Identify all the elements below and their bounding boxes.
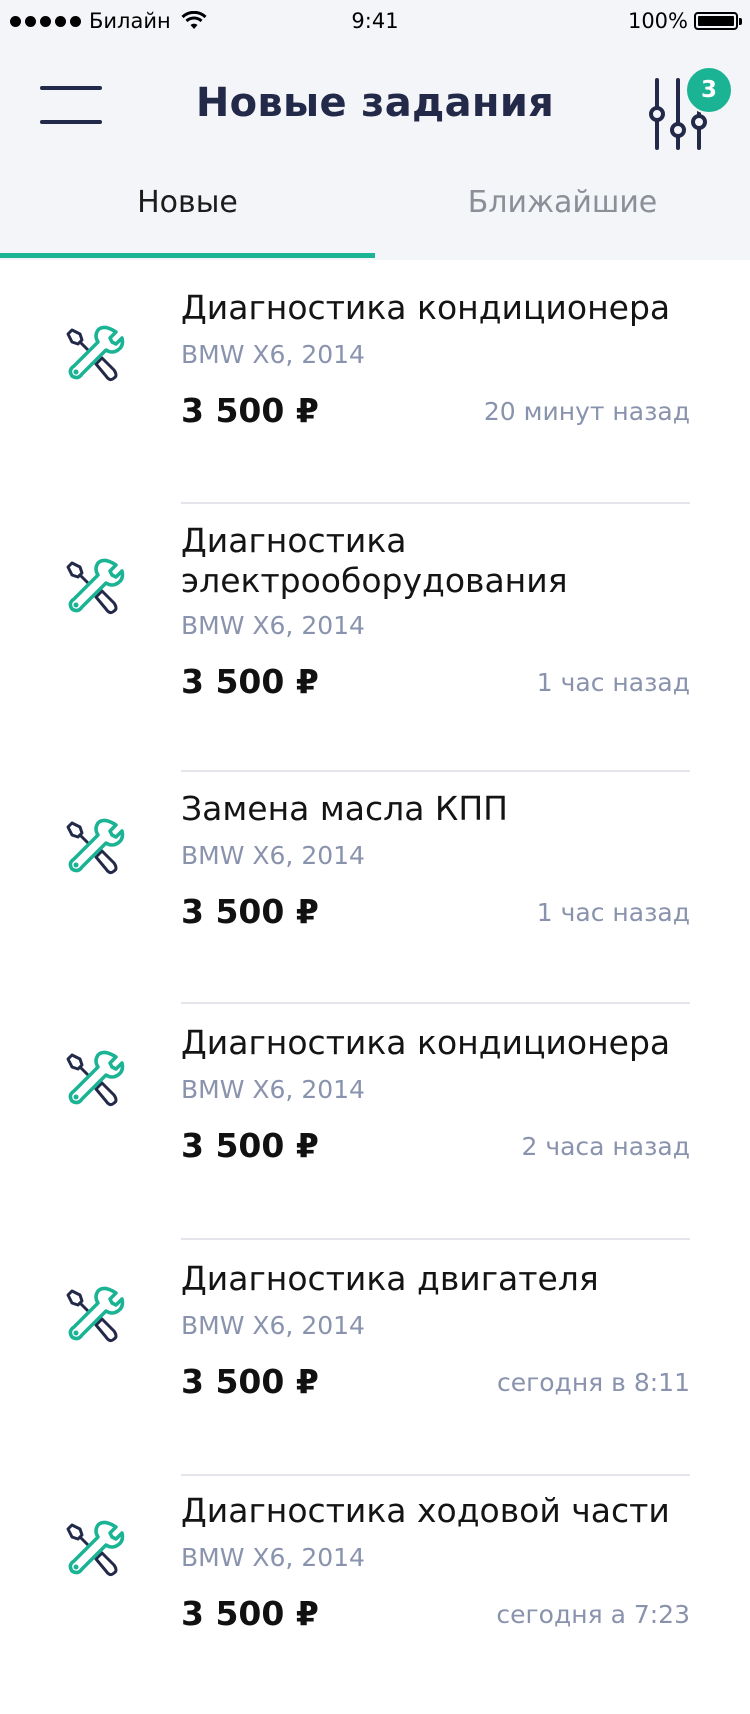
task-price: 3 500 ₽ bbox=[181, 1126, 319, 1165]
wrench-screwdriver-icon bbox=[66, 325, 125, 382]
task-title: Диагностика кондиционера bbox=[181, 288, 671, 327]
task-time: 1 час назад bbox=[536, 668, 690, 697]
active-tab-indicator bbox=[0, 253, 375, 258]
wrench-screwdriver-icon bbox=[66, 558, 125, 615]
task-car: BMW X6, 2014 bbox=[181, 1543, 365, 1572]
task-price: 3 500 ₽ bbox=[181, 1362, 319, 1401]
task-time: 1 час назад bbox=[536, 898, 690, 927]
divider bbox=[181, 1238, 690, 1240]
task-title: Диагностика кондиционера bbox=[181, 1023, 671, 1062]
header-area: Билайн 9:41 100% Новые задания 3 Новые Б… bbox=[0, 0, 750, 260]
filter-count-badge: 3 bbox=[685, 66, 733, 114]
task-car: BMW X6, 2014 bbox=[181, 611, 365, 640]
list-item[interactable]: Диагностика ходовой части BMW X6, 2014 3… bbox=[0, 1477, 750, 1714]
nav-bar: Новые задания 3 bbox=[0, 42, 750, 167]
task-time: сегодня в 8:11 bbox=[497, 1368, 690, 1397]
list-item[interactable]: Диагностика двигателя BMW X6, 2014 3 500… bbox=[0, 1241, 750, 1477]
tab-new[interactable]: Новые bbox=[0, 167, 375, 260]
list-item[interactable]: Диагностика электрооборудования BMW X6, … bbox=[0, 505, 750, 773]
task-car: BMW X6, 2014 bbox=[181, 841, 365, 870]
task-title: Замена масла КПП bbox=[181, 789, 508, 828]
status-bar: Билайн 9:41 100% bbox=[0, 0, 750, 42]
wrench-screwdriver-icon bbox=[66, 1520, 125, 1577]
task-price: 3 500 ₽ bbox=[181, 892, 319, 931]
task-car: BMW X6, 2014 bbox=[181, 1075, 365, 1104]
divider bbox=[181, 1002, 690, 1004]
task-car: BMW X6, 2014 bbox=[181, 340, 365, 369]
page-title: Новые задания bbox=[195, 80, 555, 126]
wrench-screwdriver-icon bbox=[66, 1286, 125, 1343]
task-price: 3 500 ₽ bbox=[181, 662, 319, 701]
list-item[interactable]: Диагностика кондиционера BMW X6, 2014 3 … bbox=[0, 1005, 750, 1241]
task-title: Диагностика электрооборудования bbox=[181, 521, 568, 600]
wrench-screwdriver-icon bbox=[66, 1050, 125, 1107]
tab-bar: Новые Ближайшие bbox=[0, 167, 750, 260]
list-item[interactable]: Диагностика кондиционера BMW X6, 2014 3 … bbox=[0, 260, 750, 505]
wrench-screwdriver-icon bbox=[66, 818, 125, 875]
divider bbox=[181, 1474, 690, 1476]
task-price: 3 500 ₽ bbox=[181, 1594, 319, 1633]
battery-icon bbox=[694, 12, 742, 30]
task-time: сегодня а 7:23 bbox=[496, 1600, 690, 1629]
list-item[interactable]: Замена масла КПП BMW X6, 2014 3 500 ₽ 1 … bbox=[0, 773, 750, 1005]
tab-nearest[interactable]: Ближайшие bbox=[375, 167, 750, 260]
filter-button[interactable]: 3 bbox=[645, 66, 735, 156]
task-time: 2 часа назад bbox=[521, 1132, 690, 1161]
task-time: 20 минут назад bbox=[483, 397, 690, 426]
divider bbox=[181, 770, 690, 772]
status-right: 100% bbox=[627, 9, 742, 33]
task-price: 3 500 ₽ bbox=[181, 391, 319, 430]
battery-percent: 100% bbox=[627, 9, 688, 33]
divider bbox=[181, 502, 690, 504]
task-title: Диагностика двигателя bbox=[181, 1259, 599, 1298]
task-title: Диагностика ходовой части bbox=[181, 1491, 670, 1530]
task-car: BMW X6, 2014 bbox=[181, 1311, 365, 1340]
